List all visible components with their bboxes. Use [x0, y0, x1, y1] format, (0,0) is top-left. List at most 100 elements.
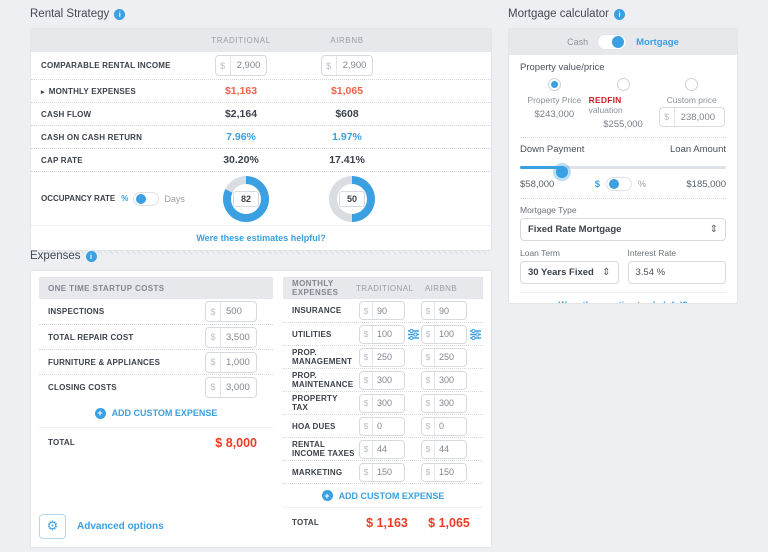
maintenance-traditional-input[interactable]: $300	[359, 371, 405, 390]
currency-symbol: $	[206, 353, 221, 372]
monthly-total-airbnb: $ 1,065	[418, 516, 480, 530]
table-row: PROP. MAINTENANCE $300 $300	[283, 368, 483, 391]
monthly-total-traditional: $ 1,163	[356, 516, 418, 530]
cap-rate-traditional-value: 30.20%	[191, 154, 291, 166]
add-custom-expense-startup[interactable]: + ADD CUSTOM EXPENSE	[39, 399, 273, 427]
estimates-helpful-link[interactable]: Were these estimates helpful?	[196, 233, 325, 243]
row-label-cash-flow: CASH FLOW	[41, 110, 191, 119]
custom-price-option-label: Custom price	[667, 95, 717, 105]
repair-cost-input[interactable]: $ 3,500	[205, 327, 257, 348]
unit-dollar[interactable]: $	[595, 179, 600, 190]
cash-flow-airbnb-value: $608	[291, 108, 403, 120]
table-row: INSURANCE $90 $90	[283, 299, 483, 322]
row-label-inspections: INSPECTIONS	[48, 307, 205, 316]
rental-income-traditional-input[interactable]: $ 2,900	[215, 55, 268, 76]
mode-cash-label[interactable]: Cash	[567, 37, 588, 47]
column-header-traditional: TRADITIONAL	[356, 284, 402, 293]
table-row: TOTAL REPAIR COST $ 3,500	[39, 324, 273, 349]
occupancy-unit-percent[interactable]: %	[121, 194, 128, 203]
monthly-expenses-header-label: MONTHLY EXPENSES	[292, 279, 356, 297]
cash-flow-traditional-value: $2,164	[191, 108, 291, 120]
table-row: RENTAL INCOME TAXES $44 $44	[283, 437, 483, 460]
management-airbnb-input[interactable]: $250	[421, 348, 467, 367]
hoa-airbnb-input[interactable]: $0	[421, 417, 467, 436]
expenses-title-text: Expenses	[30, 250, 81, 262]
custom-price-input[interactable]: $ 238,000	[659, 107, 725, 127]
table-row: UTILITIES $100 $100	[283, 322, 483, 345]
startup-costs-column: ONE TIME STARTUP COSTS INSPECTIONS $ 500…	[39, 277, 273, 541]
occupancy-airbnb-input[interactable]: 50	[339, 191, 365, 207]
row-label-closing-costs: CLOSING COSTS	[48, 383, 205, 392]
rental-income-airbnb-input[interactable]: $ 2,900	[321, 55, 374, 76]
unit-percent[interactable]: %	[638, 179, 646, 189]
radio-redfin-valuation[interactable]	[617, 78, 630, 91]
cash-on-cash-traditional-value[interactable]: 7.96%	[191, 131, 291, 143]
info-icon[interactable]: i	[614, 9, 625, 20]
cap-rate-airbnb-value: 17.41%	[291, 154, 403, 166]
property-tax-traditional-input[interactable]: $300	[359, 394, 405, 413]
loan-term-select[interactable]: 30 Years Fixed ⇕	[520, 261, 619, 284]
radio-property-price[interactable]	[548, 78, 561, 91]
sliders-icon[interactable]	[405, 329, 421, 340]
estimates-helpful-link[interactable]: Were these estimates helpful?	[558, 300, 687, 304]
row-label-furniture-appliances: FURNITURE & APPLIANCES	[48, 358, 205, 367]
marketing-traditional-input[interactable]: $150	[359, 463, 405, 482]
monthly-total-label: TOTAL	[292, 518, 356, 527]
payment-mode-toggle[interactable]	[597, 34, 627, 50]
inspections-input[interactable]: $ 500	[205, 301, 257, 322]
occupancy-traditional-input[interactable]: 82	[233, 191, 259, 207]
interest-rate-group: Interest Rate 3.54 %	[628, 248, 727, 284]
rental-taxes-airbnb-input[interactable]: $44	[421, 440, 467, 459]
row-label-marketing: MARKETING	[292, 468, 359, 477]
monthly-expenses-airbnb-value: $1,065	[291, 85, 403, 97]
info-icon[interactable]: i	[86, 251, 97, 262]
table-row: CAP RATE 30.20% 17.41%	[31, 148, 491, 171]
table-row: PROP. MANAGEMENT $250 $250	[283, 345, 483, 368]
info-icon[interactable]: i	[114, 9, 125, 20]
radio-custom-price[interactable]	[685, 78, 698, 91]
closing-costs-input[interactable]: $ 3,000	[205, 377, 257, 398]
occupancy-unit-days[interactable]: Days	[164, 194, 185, 204]
utilities-airbnb-input[interactable]: $100	[421, 325, 467, 344]
down-payment-unit-toggle[interactable]	[606, 177, 632, 191]
property-tax-airbnb-input[interactable]: $300	[421, 394, 467, 413]
interest-rate-input[interactable]: 3.54 %	[628, 261, 727, 284]
rental-footer: Were these estimates helpful?	[31, 225, 491, 250]
table-row: CASH ON CASH RETURN 7.96% 1.97%	[31, 125, 491, 148]
marketing-airbnb-input[interactable]: $150	[421, 463, 467, 482]
row-label-insurance: INSURANCE	[292, 306, 359, 315]
row-label-hoa-dues: HOA DUES	[292, 422, 359, 431]
rental-taxes-traditional-input[interactable]: $44	[359, 440, 405, 459]
property-price-option-label: Property Price	[527, 95, 581, 105]
management-traditional-input[interactable]: $250	[359, 348, 405, 367]
cash-on-cash-airbnb-value[interactable]: 1.97%	[291, 131, 403, 143]
advanced-options-button[interactable]: ⚙	[39, 514, 66, 539]
row-label-cap-rate: CAP RATE	[41, 156, 191, 165]
plus-icon: +	[95, 408, 106, 419]
down-payment-values: $58,000 $ % $185,000	[520, 177, 726, 191]
occupancy-unit-toggle[interactable]	[133, 192, 159, 206]
furniture-appliances-input[interactable]: $ 1,000	[205, 352, 257, 373]
expenses-title: Expenses i	[30, 250, 97, 262]
mortgage-type-select[interactable]: Fixed Rate Mortgage ⇕	[520, 218, 726, 241]
table-row: CLOSING COSTS $ 3,000	[39, 374, 273, 399]
down-payment-slider[interactable]	[520, 161, 726, 173]
occupancy-donut-traditional: 82	[223, 176, 269, 222]
utilities-traditional-input[interactable]: $100	[359, 325, 405, 344]
mode-mortgage-label[interactable]: Mortgage	[636, 37, 679, 48]
add-custom-expense-monthly[interactable]: + ADD CUSTOM EXPENSE	[283, 483, 483, 507]
maintenance-airbnb-input[interactable]: $300	[421, 371, 467, 390]
monthly-total-row: TOTAL $ 1,163 $ 1,065	[283, 507, 483, 537]
table-row: COMPARABLE RENTAL INCOME $ 2,900 $ 2,900	[31, 52, 491, 79]
redfin-logo: REDFIN	[589, 95, 622, 105]
monthly-expenses-header: MONTHLY EXPENSES TRADITIONAL AIRBNB	[283, 277, 483, 299]
row-label-occupancy-rate: OCCUPANCY RATE	[41, 194, 115, 203]
table-row: MARKETING $150 $150	[283, 460, 483, 483]
sliders-icon[interactable]	[467, 329, 483, 340]
row-label-monthly-expenses[interactable]: ▸MONTHLY EXPENSES	[41, 87, 191, 96]
hoa-traditional-input[interactable]: $0	[359, 417, 405, 436]
column-header-traditional: TRADITIONAL	[191, 36, 291, 45]
advanced-options-link[interactable]: Advanced options	[77, 521, 164, 532]
insurance-airbnb-input[interactable]: $90	[421, 301, 467, 320]
insurance-traditional-input[interactable]: $90	[359, 301, 405, 320]
